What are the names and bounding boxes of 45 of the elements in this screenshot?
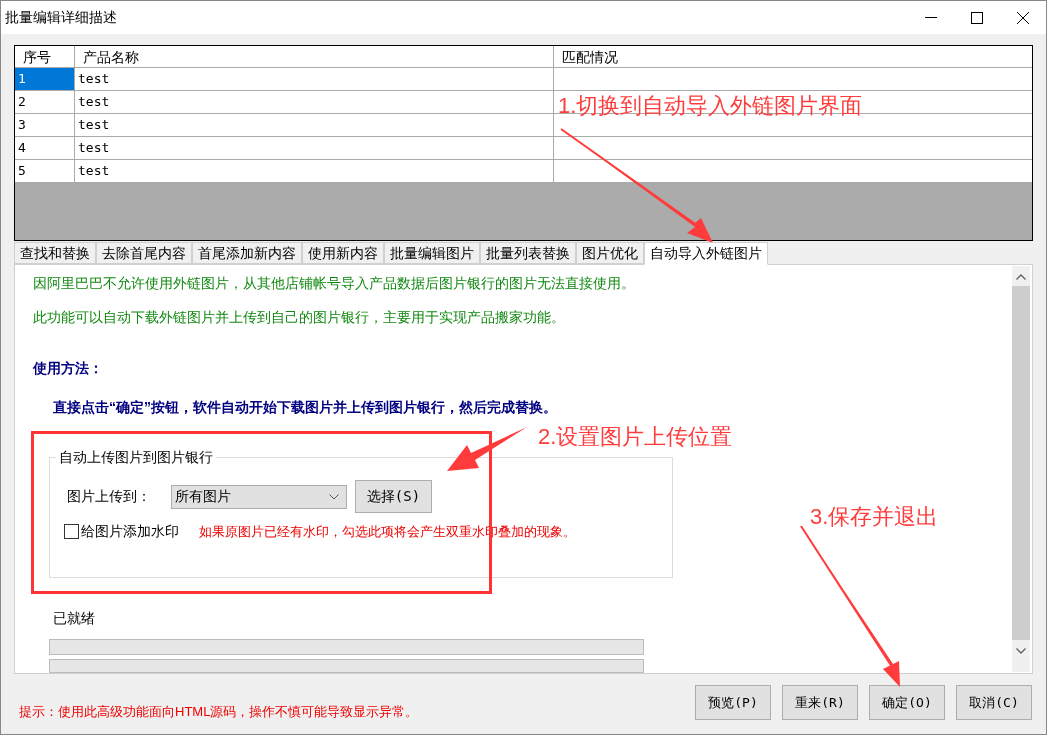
status-text: 已就绪 bbox=[53, 609, 95, 628]
intro-text: 因阿里巴巴不允许使用外链图片，从其他店铺帐号导入产品数据后图片银行的图片无法直接使用。 bbox=[33, 274, 636, 293]
tab[interactable]: 图片优化 bbox=[576, 242, 644, 264]
table-cell[interactable]: 1 bbox=[15, 68, 75, 90]
upload-dropdown[interactable]: 所有图片 bbox=[171, 484, 347, 509]
table-cell[interactable]: test bbox=[75, 160, 554, 182]
chevron-up-icon bbox=[1016, 274, 1026, 280]
dialog-button[interactable]: 预览(P) bbox=[695, 685, 771, 721]
close-icon bbox=[1017, 11, 1029, 24]
annotation-text: 1.切换到自动导入外链图片界面 bbox=[558, 92, 863, 120]
table-cell[interactable]: 2 bbox=[15, 91, 75, 113]
table-cell[interactable]: test bbox=[75, 137, 554, 159]
table-cell[interactable]: test bbox=[75, 91, 554, 113]
annotation-text: 3.保存并退出 bbox=[810, 503, 939, 531]
window-title: 批量编辑详细描述 bbox=[4, 8, 117, 27]
usage-text: 直接点击“确定”按钮，软件自动开始下载图片并上传到图片银行，然后完成替换。 bbox=[53, 398, 558, 417]
minimize-icon bbox=[925, 16, 937, 19]
watermark-checkbox[interactable]: 给图片添加水印 bbox=[64, 521, 179, 542]
table-cell[interactable]: test bbox=[75, 68, 554, 90]
tab[interactable]: 批量编辑图片 bbox=[384, 242, 480, 264]
column-header[interactable]: 产品名称 bbox=[75, 46, 554, 67]
tab[interactable]: 使用新内容 bbox=[302, 242, 384, 264]
table-cell[interactable]: 4 bbox=[15, 137, 75, 159]
hint-text: 提示：使用此高级功能面向HTML源码，操作不慎可能导致显示异常。 bbox=[19, 703, 419, 721]
column-header[interactable]: 匹配情况 bbox=[554, 46, 1032, 67]
dialog-button[interactable]: 重来(R) bbox=[782, 685, 858, 721]
usage-heading: 使用方法： bbox=[33, 359, 104, 378]
tab[interactable]: 去除首尾内容 bbox=[96, 242, 192, 264]
chevron-down-icon bbox=[329, 493, 339, 500]
upload-label: 图片上传到： bbox=[67, 487, 152, 506]
dialog-button[interactable]: 取消(C) bbox=[956, 685, 1032, 721]
table-cell[interactable]: test bbox=[75, 114, 554, 136]
tab[interactable]: 自动导入外链图片 bbox=[644, 242, 768, 265]
annotation-text: 2.设置图片上传位置 bbox=[538, 423, 733, 451]
table-cell[interactable]: 5 bbox=[15, 160, 75, 182]
table-cell[interactable]: 3 bbox=[15, 114, 75, 136]
chevron-down-icon bbox=[1016, 648, 1026, 654]
column-header[interactable]: 序号 bbox=[15, 46, 75, 67]
choose-button[interactable]: 选择(S) bbox=[355, 480, 432, 513]
dialog-button[interactable]: 确定(O) bbox=[869, 685, 945, 721]
intro-text: 此功能可以自动下载外链图片并上传到自己的图片银行，主要用于实现产品搬家功能。 bbox=[33, 308, 566, 327]
tab[interactable]: 批量列表替换 bbox=[480, 242, 576, 264]
tab[interactable]: 查找和替换 bbox=[14, 242, 96, 264]
tab[interactable]: 首尾添加新内容 bbox=[192, 242, 302, 264]
maximize-icon bbox=[971, 11, 983, 24]
